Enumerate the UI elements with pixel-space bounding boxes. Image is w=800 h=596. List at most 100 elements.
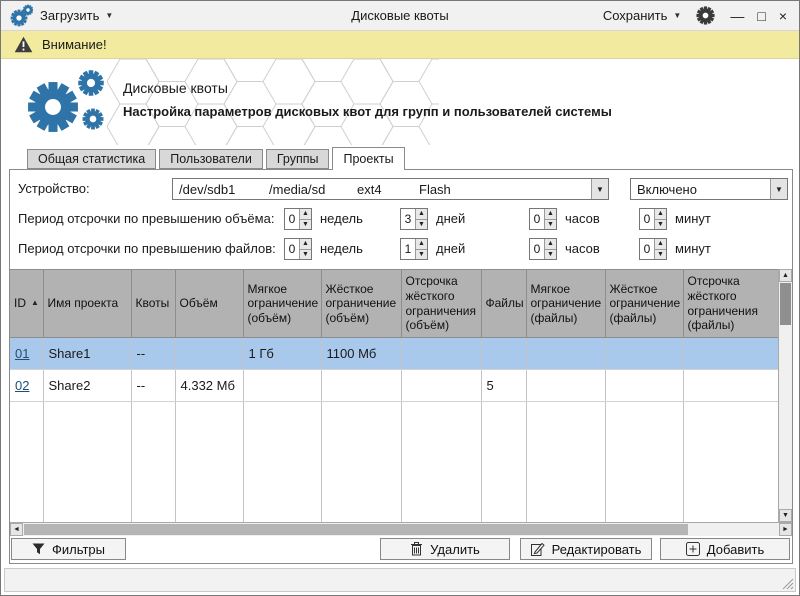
grace-volume-days-spinbox[interactable]: 3 ▲▼: [400, 208, 428, 230]
unit-label-days: дней: [436, 238, 465, 260]
grace-files-hours-spinbox[interactable]: 0 ▲▼: [529, 238, 557, 260]
unit-label-weeks: недель: [320, 238, 363, 260]
quota-state-select[interactable]: Включено ▼: [630, 178, 788, 200]
spin-up-icon[interactable]: ▲: [545, 239, 556, 250]
filters-button[interactable]: Фильтры: [11, 538, 126, 560]
load-menu-button[interactable]: Загрузить ▼: [40, 8, 113, 23]
settings-gear-icon[interactable]: [696, 6, 715, 25]
spin-down-icon[interactable]: ▼: [416, 250, 427, 260]
add-button[interactable]: Добавить: [660, 538, 790, 560]
spin-up-icon[interactable]: ▲: [300, 239, 311, 250]
dropdown-arrow-icon[interactable]: ▼: [770, 179, 787, 199]
table-row[interactable]: 01 Share1 -- 1 Гб 1100 Мб: [10, 338, 778, 370]
close-button[interactable]: ×: [779, 8, 787, 24]
filters-label: Фильтры: [52, 542, 105, 557]
spin-down-icon[interactable]: ▼: [655, 250, 666, 260]
column-header-files[interactable]: Файлы: [481, 270, 526, 338]
spin-value[interactable]: 0: [640, 209, 654, 229]
cell-hard-limit-files: [605, 338, 683, 370]
save-menu-button[interactable]: Сохранить ▼: [603, 8, 682, 23]
title-bar: Загрузить ▼ Дисковые квоты Сохранить ▼ —…: [1, 1, 799, 31]
warning-banner: Внимание!: [1, 31, 799, 59]
spin-up-icon[interactable]: ▲: [300, 209, 311, 220]
resize-grip[interactable]: [781, 577, 794, 590]
chevron-down-icon: ▼: [105, 12, 113, 20]
tab-groups[interactable]: Группы: [266, 149, 330, 169]
tab-users[interactable]: Пользователи: [159, 149, 263, 169]
column-header-quotas[interactable]: Квоты: [131, 270, 175, 338]
hexagon-pattern-decoration: [107, 59, 439, 145]
cell-hard-limit-volume: [321, 370, 401, 402]
scroll-left-icon[interactable]: ◄: [10, 523, 23, 536]
spin-up-icon[interactable]: ▲: [655, 209, 666, 220]
trash-icon: [410, 542, 423, 556]
column-header-soft-limit-files[interactable]: Мягкое ограничение (файлы): [526, 270, 605, 338]
vertical-scrollbar-thumb[interactable]: [780, 283, 791, 325]
grace-files-row: Период отсрочки по превышению файлов: 0 …: [10, 238, 792, 260]
vertical-scrollbar[interactable]: ▲ ▼: [778, 269, 792, 522]
scroll-right-icon[interactable]: ►: [779, 523, 792, 536]
column-header-grace-files[interactable]: Отсрочка жёсткого ограничения (файлы): [683, 270, 778, 338]
spin-up-icon[interactable]: ▲: [545, 209, 556, 220]
dropdown-arrow-icon[interactable]: ▼: [591, 179, 608, 199]
spin-down-icon[interactable]: ▼: [655, 220, 666, 230]
spin-up-icon[interactable]: ▲: [416, 239, 427, 250]
horizontal-scrollbar[interactable]: ◄ ►: [10, 522, 792, 536]
spin-down-icon[interactable]: ▼: [545, 220, 556, 230]
device-select[interactable]: /dev/sdb1 /media/sd ext4 Flash ▼: [172, 178, 609, 200]
delete-label: Удалить: [430, 542, 480, 557]
spin-value[interactable]: 0: [530, 239, 544, 259]
cell-quotas: --: [131, 370, 175, 402]
grace-volume-weeks-spinbox[interactable]: 0 ▲▼: [284, 208, 312, 230]
spin-value[interactable]: 0: [640, 239, 654, 259]
column-header-hard-limit-volume[interactable]: Жёсткое ограничение (объём): [321, 270, 401, 338]
quota-state-value: Включено: [637, 182, 697, 197]
project-id-link[interactable]: 02: [15, 378, 29, 393]
spin-down-icon[interactable]: ▼: [545, 250, 556, 260]
device-mount-point: /media/sd: [269, 182, 357, 197]
spin-down-icon[interactable]: ▼: [300, 250, 311, 260]
column-header-project-name[interactable]: Имя проекта: [43, 270, 131, 338]
column-header-hard-limit-files[interactable]: Жёсткое ограничение (файлы): [605, 270, 683, 338]
column-header-soft-limit-volume[interactable]: Мягкое ограничение (объём): [243, 270, 321, 338]
column-header-id[interactable]: ID▲: [10, 270, 43, 338]
minimize-button[interactable]: —: [730, 8, 744, 24]
cell-grace-volume: [401, 370, 481, 402]
spin-value[interactable]: 0: [285, 239, 299, 259]
grace-files-weeks-spinbox[interactable]: 0 ▲▼: [284, 238, 312, 260]
grace-files-days-spinbox[interactable]: 1 ▲▼: [400, 238, 428, 260]
grace-files-minutes-spinbox[interactable]: 0 ▲▼: [639, 238, 667, 260]
app-gears-icon: [9, 4, 33, 28]
table-row[interactable]: 02 Share2 -- 4.332 Мб 5: [10, 370, 778, 402]
scroll-down-icon[interactable]: ▼: [779, 509, 792, 522]
unit-label-minutes: минут: [675, 208, 711, 230]
save-menu-label: Сохранить: [603, 8, 668, 23]
scroll-up-icon[interactable]: ▲: [779, 269, 792, 282]
app-window: Загрузить ▼ Дисковые квоты Сохранить ▼ —…: [0, 0, 800, 596]
tab-general-stats[interactable]: Общая статистика: [27, 149, 156, 169]
spin-up-icon[interactable]: ▲: [416, 209, 427, 220]
spin-value[interactable]: 1: [401, 239, 415, 259]
tab-projects[interactable]: Проекты: [332, 147, 404, 170]
cell-soft-limit-files: [526, 338, 605, 370]
grace-volume-hours-spinbox[interactable]: 0 ▲▼: [529, 208, 557, 230]
column-header-grace-volume[interactable]: Отсрочка жёсткого ограничения (объём): [401, 270, 481, 338]
spin-down-icon[interactable]: ▼: [300, 220, 311, 230]
maximize-button[interactable]: □: [757, 8, 765, 24]
spin-value[interactable]: 0: [530, 209, 544, 229]
device-filesystem: ext4: [357, 182, 419, 197]
grace-volume-minutes-spinbox[interactable]: 0 ▲▼: [639, 208, 667, 230]
cell-project-name: Share2: [43, 370, 131, 402]
spin-down-icon[interactable]: ▼: [416, 220, 427, 230]
column-header-volume[interactable]: Объём: [175, 270, 243, 338]
spin-value[interactable]: 0: [285, 209, 299, 229]
project-id-link[interactable]: 01: [15, 346, 29, 361]
device-row: Устройство: /dev/sdb1 /media/sd ext4 Fla…: [10, 178, 792, 200]
cell-quotas: --: [131, 338, 175, 370]
tab-bar: Общая статистика Пользователи Группы Про…: [27, 147, 408, 170]
spin-up-icon[interactable]: ▲: [655, 239, 666, 250]
spin-value[interactable]: 3: [401, 209, 415, 229]
edit-button[interactable]: Редактировать: [520, 538, 652, 560]
delete-button[interactable]: Удалить: [380, 538, 510, 560]
horizontal-scrollbar-thumb[interactable]: [24, 524, 688, 535]
